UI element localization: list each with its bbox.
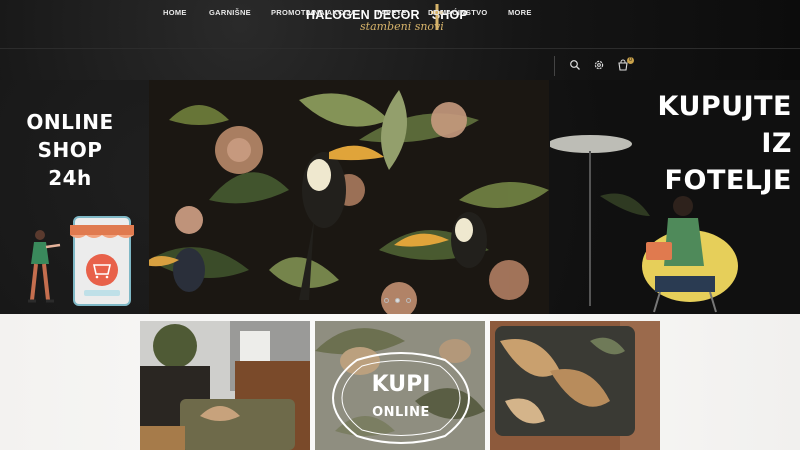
- online-shop-heading: ONLINE SHOP 24h: [26, 110, 114, 190]
- kupi-online-badge: [332, 352, 470, 444]
- nav-tapete[interactable]: TAPETE: [376, 8, 407, 17]
- product-tile-pillow-sofa[interactable]: [490, 321, 660, 450]
- settings-icon[interactable]: [593, 59, 605, 71]
- online-shopping-illustration: [28, 216, 134, 306]
- nav-domacinstvo[interactable]: DOMAĆINSTVO: [428, 8, 488, 17]
- logo-tagline: stambeni snovi: [360, 20, 444, 33]
- pillow-room-image: [140, 321, 310, 450]
- wallpaper-product-image: [149, 80, 549, 314]
- kupi-label: KUPI: [371, 372, 431, 397]
- site-header: HALOGEN DECOR SHOP stambeni snovi HOME GA…: [0, 0, 800, 80]
- nav-more[interactable]: MORE: [508, 8, 532, 17]
- search-icon[interactable]: [569, 59, 581, 71]
- header-divider: [0, 48, 800, 49]
- hero-banner[interactable]: ONLINE SHOP 24h KUPUJTE IZ FOTELJE: [0, 80, 800, 314]
- pillow-sofa-image: [490, 321, 660, 450]
- slider-dot[interactable]: [406, 298, 411, 303]
- product-tile-pillow-room[interactable]: [140, 321, 310, 450]
- cart-count-badge: 0: [627, 57, 634, 64]
- slider-dot[interactable]: [384, 298, 389, 303]
- armchair-illustration: [550, 135, 738, 313]
- slider-dot-active[interactable]: [395, 298, 400, 303]
- online-label: ONLINE: [372, 405, 430, 420]
- nav-home[interactable]: HOME: [163, 8, 187, 17]
- nav-promotivna-akcija[interactable]: PROMOTIVNA AKCIJA: [271, 8, 356, 17]
- nav-separator: [554, 56, 555, 76]
- nav-garnisne[interactable]: GARNIŠNE: [209, 8, 251, 17]
- slider-pagination: [384, 298, 411, 303]
